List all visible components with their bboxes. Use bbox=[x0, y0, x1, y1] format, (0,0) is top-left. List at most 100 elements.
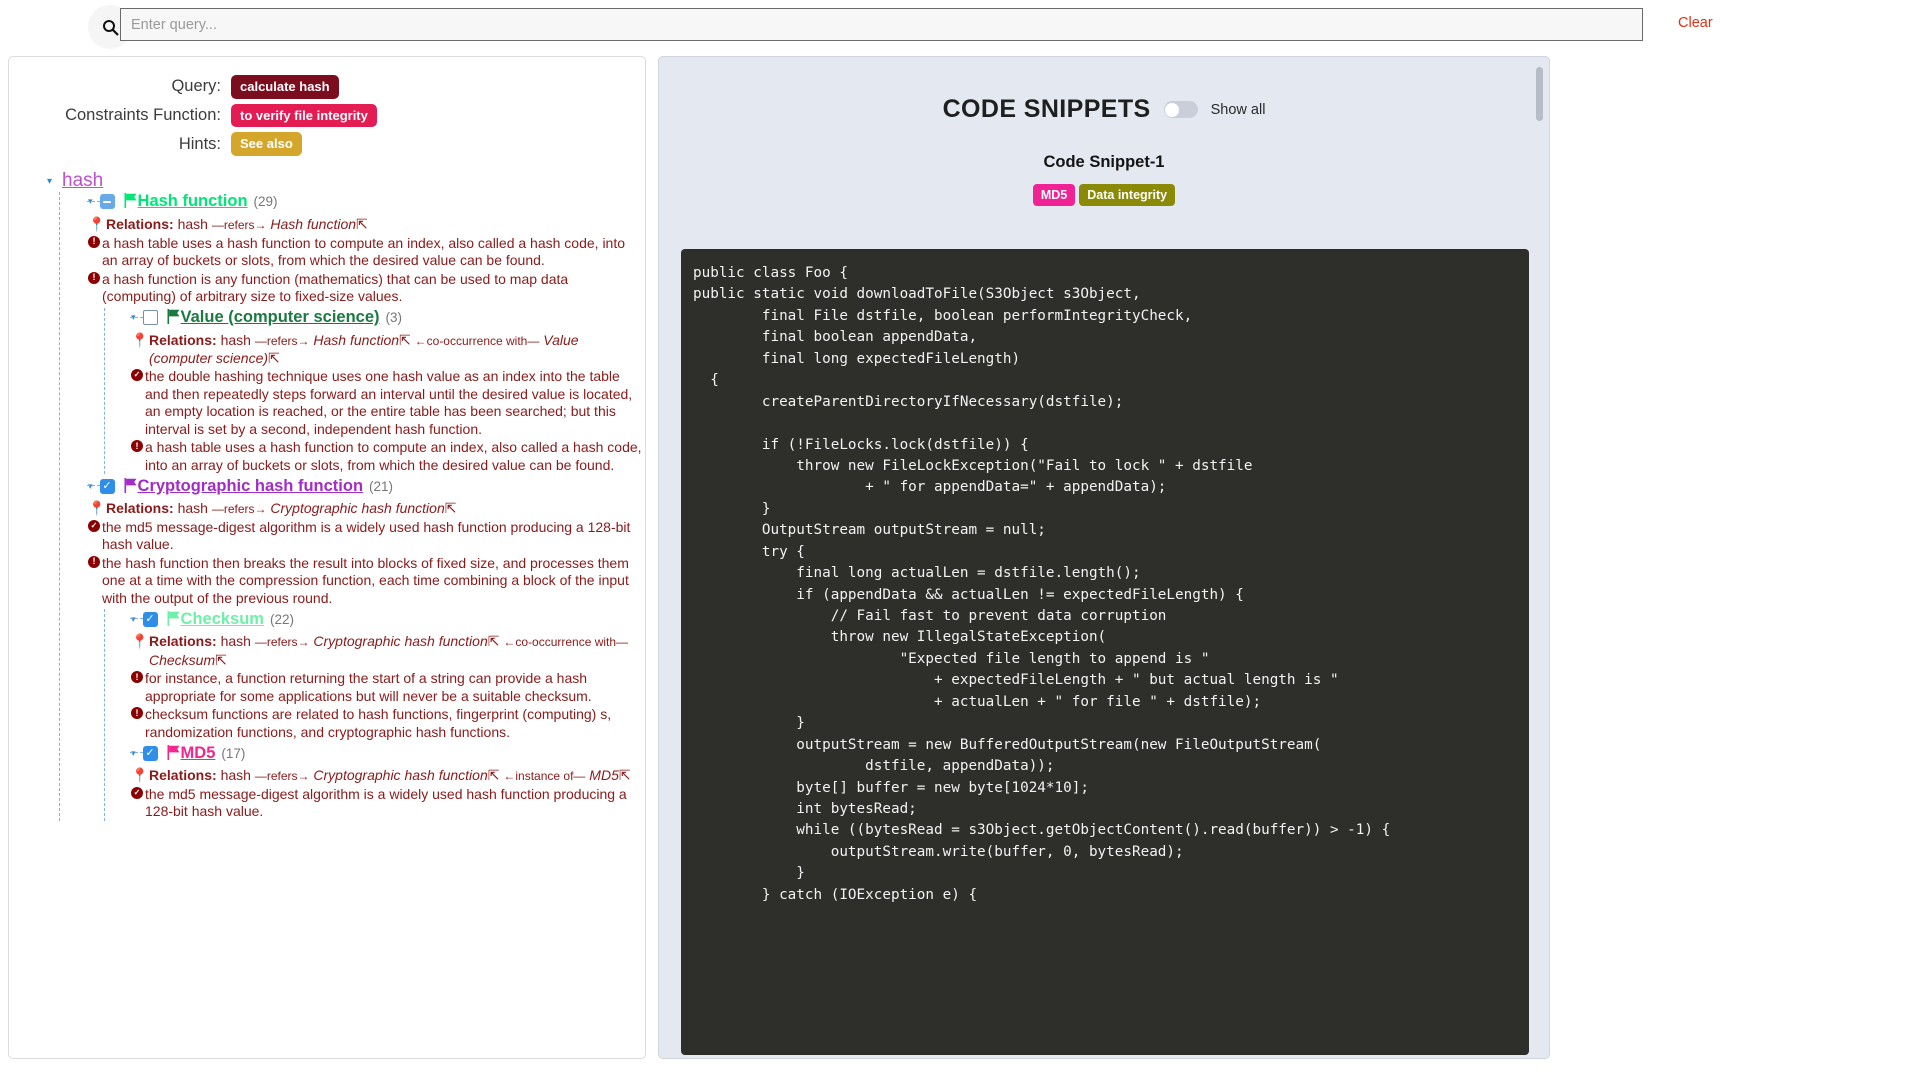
snippet-badges: MD5 Data integrity bbox=[659, 184, 1549, 206]
fact-text: checksum functions are related to hash f… bbox=[145, 706, 612, 740]
external-link-icon[interactable]: ⇱ bbox=[356, 216, 368, 232]
pin-icon: 📍 bbox=[88, 500, 106, 517]
flag-icon bbox=[167, 610, 180, 626]
relations-line: 📍 Relations: hash —refers→ Cryptographic … bbox=[131, 766, 645, 785]
node-label[interactable]: Cryptographic hash function bbox=[138, 477, 364, 496]
fact-text: the md5 message-digest algorithm is a wi… bbox=[102, 518, 631, 553]
relations-label: Relations: bbox=[149, 331, 217, 348]
external-link-icon[interactable]: ⇱ bbox=[488, 633, 500, 649]
tree-node-row[interactable]: ▾ Value (computer science) (3) bbox=[130, 308, 645, 328]
tree-children: ▾ Hash function (29) 📍 Relations: hash —refe… bbox=[59, 191, 645, 821]
search-input[interactable] bbox=[120, 8, 1643, 41]
show-all-label: Show all bbox=[1210, 101, 1266, 118]
constraints-chip[interactable]: to verify file integrity bbox=[231, 103, 377, 128]
query-meta: Query: calculate hash Constraints Functi… bbox=[9, 57, 645, 156]
check-icon bbox=[88, 519, 100, 532]
exclamation-icon bbox=[88, 235, 100, 248]
relation-subject: hash bbox=[177, 500, 208, 517]
hints-chip[interactable]: See also bbox=[231, 132, 302, 156]
external-link-icon[interactable]: ⇱ bbox=[215, 652, 227, 668]
relation-subject: hash bbox=[220, 633, 251, 650]
tree-node-row[interactable]: ▾ MD5 (17) bbox=[130, 743, 645, 763]
external-link-icon[interactable]: ⇱ bbox=[268, 350, 280, 366]
toggle-knob bbox=[1165, 102, 1180, 117]
query-chip[interactable]: calculate hash bbox=[231, 75, 339, 99]
check-icon bbox=[131, 786, 143, 799]
node-label[interactable]: Value (computer science) bbox=[181, 308, 380, 327]
relation-object-2: Checksum bbox=[149, 651, 216, 668]
badge-1[interactable]: Data integrity bbox=[1079, 184, 1176, 206]
panel-scrollbar[interactable] bbox=[1536, 67, 1543, 121]
fact-item: a hash function is any function (mathema… bbox=[88, 271, 633, 306]
show-all-toggle[interactable] bbox=[1163, 101, 1198, 118]
hints-label: Hints: bbox=[178, 134, 221, 153]
tree-subtree: ▾ Checksum (22) 📍Relations: hash —refers→ C… bbox=[104, 609, 645, 821]
fact-text: the md5 message-digest algorithm is a wi… bbox=[145, 785, 627, 820]
panel-title: CODE SNIPPETS bbox=[942, 95, 1151, 123]
relation-predicate-1: —refers→ bbox=[211, 502, 267, 517]
fact-text: the double hashing technique uses one ha… bbox=[145, 368, 633, 437]
relation-predicate-2: ←co-occurrence with— bbox=[503, 635, 629, 650]
node-label[interactable]: Hash function bbox=[138, 192, 248, 211]
exclamation-icon bbox=[131, 440, 143, 453]
tree-subtree: ▾ Value (computer science) (3) 📍 Relations: … bbox=[104, 307, 645, 475]
relation-subject: hash bbox=[220, 331, 251, 348]
tree-root-row[interactable]: ▾ hash bbox=[47, 171, 645, 190]
fact-item: checksum functions are related to hash f… bbox=[131, 706, 645, 741]
pin-icon: 📍 bbox=[88, 215, 106, 232]
node-label[interactable]: Checksum bbox=[181, 610, 264, 629]
fact-item: a hash table uses a hash function to com… bbox=[88, 235, 633, 270]
flag-icon bbox=[167, 744, 180, 760]
tree-node-row[interactable]: ▾ Cryptographic hash function (21) bbox=[87, 476, 645, 496]
relations-label: Relations: bbox=[149, 767, 217, 784]
external-link-icon[interactable]: ⇱ bbox=[399, 332, 411, 348]
node-count: (29) bbox=[253, 194, 278, 210]
relation-subject: hash bbox=[177, 215, 208, 232]
external-link-icon[interactable]: ⇱ bbox=[619, 767, 631, 783]
pin-icon: 📍 bbox=[131, 633, 149, 650]
node-label[interactable]: MD5 bbox=[181, 744, 216, 763]
top-search-bar: Clear bbox=[0, 0, 1920, 55]
code-snippets-panel: CODE SNIPPETS Show all Code Snippet-1 MD… bbox=[658, 56, 1550, 1059]
external-link-icon[interactable]: ⇱ bbox=[445, 500, 457, 516]
fact-text: the hash function then breaks the result… bbox=[102, 554, 629, 606]
chevron-down-icon[interactable]: ▾ bbox=[131, 614, 136, 625]
flag-icon bbox=[167, 309, 180, 325]
code-snippets-header: CODE SNIPPETS Show all bbox=[659, 95, 1549, 124]
tree-node-row[interactable]: ▾ Hash function (29) bbox=[87, 192, 645, 212]
fact-text: a hash table uses a hash function to com… bbox=[102, 234, 626, 269]
fact-text: for instance, a function returning the s… bbox=[145, 670, 592, 704]
relation-object-2: MD5 bbox=[589, 767, 619, 784]
node-count: (22) bbox=[269, 611, 294, 627]
flag-icon bbox=[124, 477, 137, 493]
search-glyph bbox=[102, 19, 119, 36]
node-checkbox[interactable] bbox=[142, 310, 158, 326]
query-label: Query: bbox=[171, 77, 221, 96]
tree-root-label[interactable]: hash bbox=[62, 170, 103, 191]
node-checkbox[interactable] bbox=[142, 611, 158, 627]
node-checkbox[interactable] bbox=[142, 745, 158, 761]
chevron-down-icon[interactable]: ▾ bbox=[88, 481, 93, 492]
chevron-down-icon[interactable]: ▾ bbox=[131, 748, 136, 759]
fact-text: a hash table uses a hash function to com… bbox=[145, 439, 642, 473]
node-checkbox[interactable] bbox=[99, 478, 115, 494]
check-icon bbox=[131, 369, 143, 382]
external-link-icon[interactable]: ⇱ bbox=[488, 767, 500, 783]
pin-icon: 📍 bbox=[131, 331, 149, 348]
chevron-down-icon[interactable]: ▾ bbox=[131, 312, 136, 323]
node-checkbox[interactable] bbox=[99, 194, 115, 210]
results-panel: Query: calculate hash Constraints Functi… bbox=[8, 56, 646, 1059]
fact-item: the hash function then breaks the result… bbox=[88, 555, 633, 608]
chevron-down-icon[interactable]: ▾ bbox=[88, 196, 93, 207]
relation-object-1: Cryptographic hash function bbox=[270, 500, 445, 517]
tree-node-row[interactable]: ▾ Checksum (22) bbox=[130, 609, 645, 629]
relations-line: 📍 Relations: hash —refers→ Cryptographic … bbox=[131, 632, 645, 669]
chevron-down-icon[interactable]: ▾ bbox=[47, 176, 60, 187]
node-count: (21) bbox=[369, 478, 394, 494]
badge-0[interactable]: MD5 bbox=[1032, 184, 1076, 206]
node-count: (3) bbox=[385, 310, 403, 326]
relations-line: 📍 Relations: hash —refers→ Cryptographic … bbox=[88, 499, 645, 518]
clear-button[interactable]: Clear bbox=[1678, 15, 1713, 31]
pin-icon: 📍 bbox=[131, 767, 149, 784]
code-block[interactable]: public class Foo { public static void do… bbox=[681, 249, 1529, 1055]
